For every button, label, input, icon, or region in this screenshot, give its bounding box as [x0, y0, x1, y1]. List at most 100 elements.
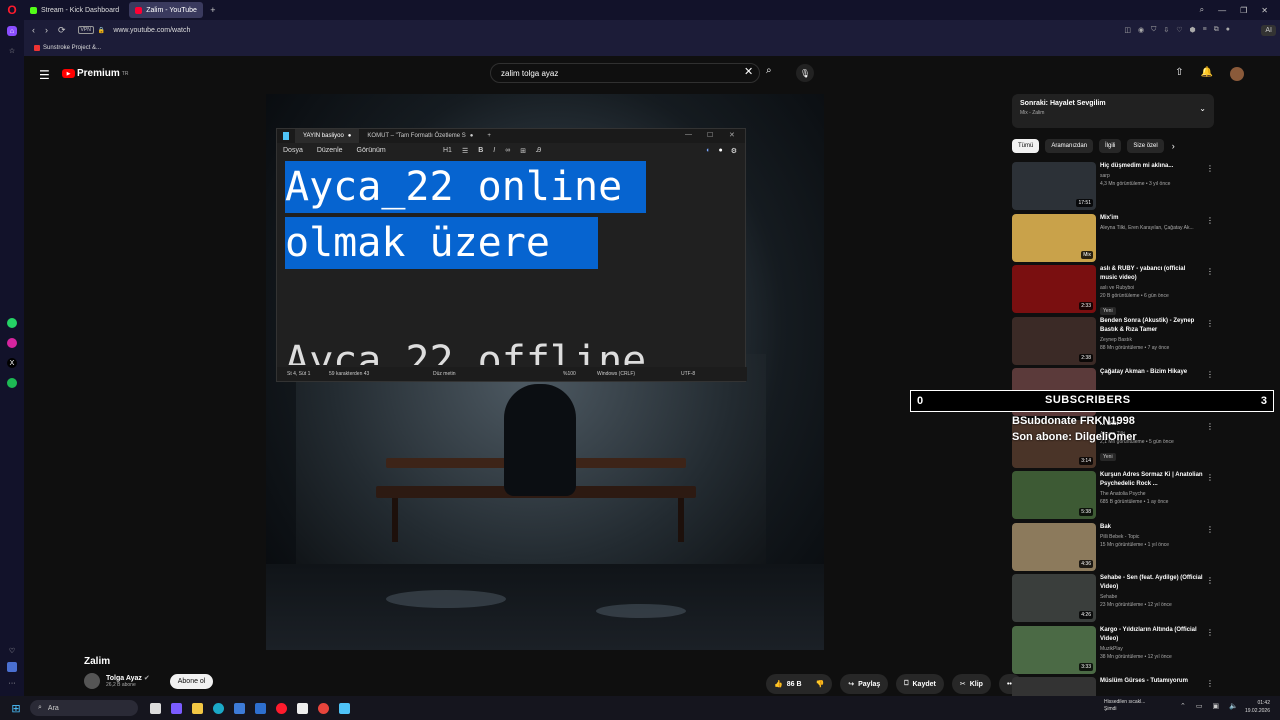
chip-from-search[interactable]: Aramanızdan — [1045, 139, 1094, 153]
more-vert-icon[interactable]: ⋮ — [1206, 628, 1214, 637]
video-title[interactable]: Müslüm Gürses - Tutamıyorum — [1100, 677, 1204, 686]
video-thumbnail[interactable]: 3:33 — [1012, 625, 1096, 674]
weather-widget[interactable]: Hissedilen sıcakl... Şimdi — [1104, 699, 1145, 713]
link-icon[interactable]: ∞ — [505, 147, 510, 155]
more-vert-icon[interactable]: ⋮ — [1206, 679, 1214, 688]
channel-name[interactable]: Zeynep Bastık — [1100, 337, 1204, 343]
chip-related[interactable]: İlgili — [1099, 139, 1122, 153]
video-title[interactable]: Kargo - Yıldızların Altında (Official Vi… — [1100, 626, 1204, 644]
hamburger-menu-icon[interactable]: ☰ — [39, 68, 50, 82]
snapshot-icon[interactable]: ◫ — [1124, 26, 1131, 34]
upload-icon[interactable]: ⇧ — [1175, 67, 1183, 81]
profile-icon[interactable]: ● — [1226, 26, 1230, 34]
youtube-logo[interactable]: ▶ Premium TR — [62, 68, 128, 79]
bookmark-sunstroke[interactable]: Sunstroke Project &... — [43, 45, 101, 51]
recommendation-item[interactable]: Müslüm Gürses - Tutamıyorum ⋮ — [1012, 677, 1214, 696]
video-title[interactable]: Sehabe - Sen (feat. Aydilge) (Official V… — [1100, 574, 1204, 592]
copilot-icon[interactable]: ◐ — [706, 147, 710, 155]
history-icon[interactable] — [7, 662, 17, 672]
vpn-badge[interactable]: VPN — [77, 26, 94, 34]
video-thumbnail[interactable] — [1012, 677, 1096, 696]
minimize-icon[interactable]: — — [1218, 6, 1226, 15]
bold-icon[interactable]: B — [478, 147, 483, 155]
notepad-close-icon[interactable]: ✕ — [729, 131, 735, 139]
avatar[interactable] — [1230, 67, 1244, 81]
save-button[interactable]: ⎕ Kaydet — [896, 674, 944, 694]
subscribe-button[interactable]: Abone ol — [169, 673, 214, 689]
thumbs-down-icon[interactable]: 👎 — [816, 680, 825, 688]
recommendation-item[interactable]: 5:38 Kurşun Adres Sormaz Ki | Anatolian P… — [1012, 471, 1214, 523]
extensions-icon[interactable]: ⧉ — [1214, 26, 1219, 34]
video-title[interactable]: Benden Sonra (Akustik) - Zeynep Bastık &… — [1100, 317, 1204, 335]
recommendation-item[interactable]: 4:36 Bak Pilli Bebek - Topic 15 Mn görüntül… — [1012, 522, 1214, 575]
recommendation-item[interactable]: 17:51 Hiç düşmedim mi aklına... sarp 4,3 Mn… — [1012, 162, 1214, 214]
speaker-icon[interactable]: 🔈 — [1229, 702, 1238, 710]
more-vert-icon[interactable]: ⋮ — [1206, 576, 1214, 585]
recommendation-item[interactable]: 2:38 Benden Sonra (Akustik) - Zeynep Bast… — [1012, 316, 1214, 369]
chip-for-you[interactable]: Size özel — [1127, 139, 1164, 153]
more-vert-icon[interactable]: ⋮ — [1206, 370, 1214, 379]
copilot-icon[interactable] — [171, 702, 182, 714]
ai-button[interactable]: AI — [1261, 24, 1276, 36]
reload-icon[interactable]: ⟳ — [58, 25, 66, 36]
file-explorer-icon[interactable] — [192, 702, 203, 714]
more-vert-icon[interactable]: ⋮ — [1206, 473, 1214, 482]
video-thumbnail[interactable]: 4:26 — [1012, 574, 1096, 622]
recommendation-item[interactable]: 4:26 Sehabe - Sen (feat. Aydilge) (Offici… — [1012, 574, 1214, 626]
channel-name[interactable]: The Anatolia Psyche — [1100, 491, 1204, 497]
channel-name[interactable]: aslı ve Rubyboi — [1100, 285, 1204, 291]
account-icon[interactable]: ● — [718, 147, 722, 155]
heart-icon[interactable]: ♡ — [1176, 26, 1182, 34]
search-tabs-icon[interactable]: ⌕ — [1200, 5, 1204, 15]
settings-gear-icon[interactable]: ⚙ — [731, 147, 737, 155]
recommendation-item[interactable]: 2:33 aslı & RUBY - yabancı (official musi… — [1012, 265, 1214, 317]
taskbar-search[interactable]: ⌕ Ara — [30, 700, 138, 716]
display-icon[interactable]: ▣ — [1213, 702, 1220, 710]
tab-kick-dashboard[interactable]: Stream - Kick Dashboard — [24, 2, 125, 18]
more-vert-icon[interactable]: ⋮ — [1206, 319, 1214, 328]
notepad-editor[interactable]: Ayca_22 online olmak üzere Ayca_22 offli… — [277, 161, 747, 365]
pin-icon[interactable]: ⬢ — [1190, 26, 1196, 34]
share-button[interactable]: ↪ Paylaş — [840, 674, 889, 694]
opera-taskbar-icon[interactable] — [276, 702, 287, 714]
video-title[interactable]: Kurşun Adres Sormaz Ki | Anatolian Psych… — [1100, 471, 1204, 489]
star-icon[interactable]: ☆ — [7, 46, 17, 56]
chevron-down-icon[interactable]: ⌄ — [1199, 104, 1206, 113]
download-icon[interactable]: ⇩ — [1163, 26, 1169, 34]
channel-avatar[interactable] — [84, 673, 100, 689]
video-title[interactable]: Mix'im — [1100, 214, 1204, 223]
more-vert-icon[interactable]: ⋮ — [1206, 267, 1214, 276]
chevron-right-icon[interactable]: › — [1172, 141, 1175, 151]
notepad-maximize-icon[interactable]: ☐ — [707, 131, 713, 139]
heart-sidebar-icon[interactable]: ♡ — [7, 646, 17, 656]
channel-name[interactable]: sarp — [1100, 173, 1204, 179]
video-title[interactable]: Hiç düşmedim mi aklına... — [1100, 162, 1204, 171]
menu-view[interactable]: Görünüm — [357, 147, 386, 154]
more-vert-icon[interactable]: ⋮ — [1206, 525, 1214, 534]
notepad-new-tab-icon[interactable]: + — [487, 133, 491, 139]
microphone-icon[interactable]: 🎙 — [796, 64, 814, 82]
video-player[interactable]: YAYIN basliyoo ● KOMUT – "Tam Formatlı Ö… — [266, 94, 824, 650]
search-icon[interactable]: ⌕ — [766, 65, 772, 76]
italic-icon[interactable]: I — [493, 147, 495, 155]
task-view-icon[interactable] — [150, 702, 161, 714]
windows-start-icon[interactable]: ⊞ — [8, 700, 24, 716]
more-vert-icon[interactable]: ⋮ — [1206, 164, 1214, 173]
clock[interactable]: 01:42 19.02.2026 — [1245, 699, 1270, 715]
network-icon[interactable]: ▭ — [1196, 702, 1203, 710]
channel-name[interactable]: Sehabe — [1100, 594, 1204, 600]
instagram-icon[interactable] — [7, 338, 17, 348]
heading-select[interactable]: H1 — [443, 147, 452, 155]
whatsapp-icon[interactable] — [7, 318, 17, 328]
spotify-icon[interactable] — [7, 378, 17, 388]
channel-name[interactable]: Tolga Ayaz ✔ — [106, 674, 150, 682]
chevron-up-icon[interactable]: ⌃ — [1180, 702, 1186, 710]
like-dislike-button[interactable]: 👍 86 B 👎 — [766, 674, 833, 694]
notepad-tab[interactable]: KOMUT – "Tam Formatlı Özetleme S ● — [359, 129, 481, 143]
mail-icon[interactable] — [255, 702, 266, 714]
up-next-panel[interactable]: Sonraki: Hayalet Sevgilim Mix - Zalim ⌄ — [1012, 94, 1214, 128]
clip-button[interactable]: ✂ Klip — [951, 674, 991, 694]
easy-setup-icon[interactable]: ≡ — [1203, 26, 1207, 34]
camera-icon[interactable]: ◉ — [1138, 26, 1144, 34]
table-icon[interactable]: ⊞ — [520, 147, 526, 155]
